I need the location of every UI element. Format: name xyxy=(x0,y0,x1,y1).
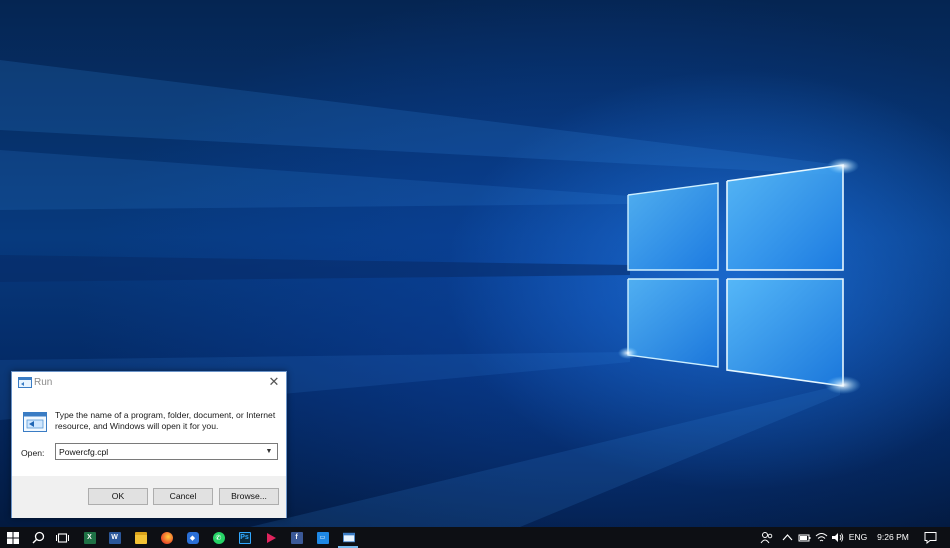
run-app-icon xyxy=(18,377,32,388)
start-button[interactable] xyxy=(5,530,20,545)
facebook-icon[interactable]: f xyxy=(289,530,304,545)
search-icon xyxy=(32,531,45,544)
photoshop-icon[interactable]: Ps xyxy=(237,530,252,545)
people-icon[interactable] xyxy=(760,531,773,544)
open-input[interactable] xyxy=(56,444,261,459)
excel-icon[interactable]: X xyxy=(82,530,97,545)
cancel-button[interactable]: Cancel xyxy=(153,488,213,505)
play-icon xyxy=(266,532,276,543)
notifications-icon[interactable] xyxy=(924,531,937,544)
run-icon[interactable] xyxy=(341,530,356,545)
open-combobox[interactable]: ▼ xyxy=(55,443,278,460)
file-explorer-icon[interactable] xyxy=(133,530,148,545)
run-dialog: Run ✕ Type the name of a program, folder… xyxy=(11,371,287,518)
chevron-up-icon[interactable] xyxy=(781,531,794,544)
wifi-icon[interactable] xyxy=(815,531,828,544)
run-dialog-footer: OK Cancel Browse... xyxy=(12,476,286,518)
remote-desktop-icon[interactable]: ▭ xyxy=(315,530,330,545)
run-description: Type the name of a program, folder, docu… xyxy=(55,410,276,431)
taskbar: X W ◆ ✆ Ps f ▭ ENG 9:26 PM xyxy=(0,527,950,548)
close-icon[interactable]: ✕ xyxy=(266,374,282,390)
volume-icon[interactable] xyxy=(831,531,844,544)
clock[interactable]: 9:26 PM xyxy=(872,527,914,548)
run-taskbar-icon xyxy=(342,532,355,543)
open-label: Open: xyxy=(21,448,45,458)
task-view-icon xyxy=(56,532,69,543)
battery-icon[interactable] xyxy=(798,531,811,544)
maps-icon[interactable]: ◆ xyxy=(185,530,200,545)
task-view-button[interactable] xyxy=(55,530,70,545)
search-button[interactable] xyxy=(31,530,46,545)
whatsapp-icon[interactable]: ✆ xyxy=(211,530,226,545)
ok-button[interactable]: OK xyxy=(88,488,148,505)
windows-start-icon xyxy=(6,531,19,544)
run-program-icon xyxy=(23,412,47,432)
media-player-icon[interactable] xyxy=(263,530,278,545)
chevron-down-icon[interactable]: ▼ xyxy=(263,444,275,459)
run-dialog-title: Run xyxy=(34,377,53,388)
browse-button[interactable]: Browse... xyxy=(219,488,279,505)
language-indicator[interactable]: ENG xyxy=(846,527,870,548)
word-icon[interactable]: W xyxy=(107,530,122,545)
run-titlebar[interactable]: Run ✕ xyxy=(12,372,286,394)
firefox-icon[interactable] xyxy=(159,530,174,545)
